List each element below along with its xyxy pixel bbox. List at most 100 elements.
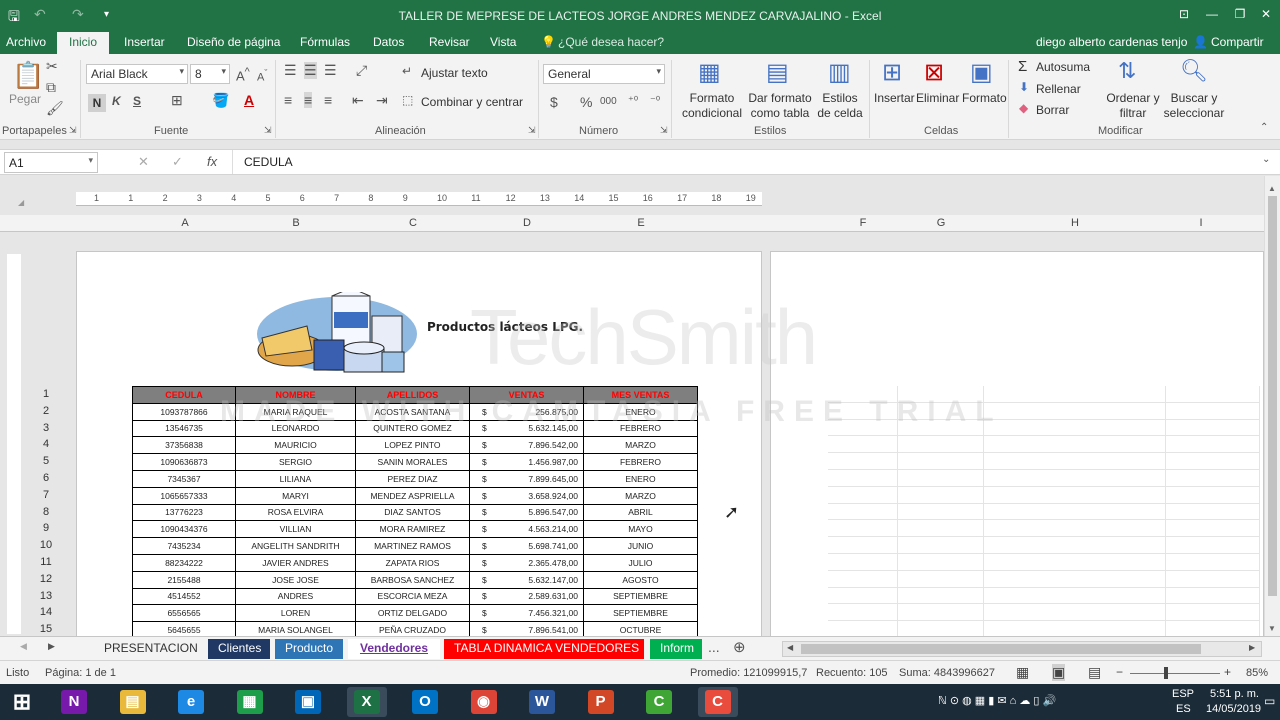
delete-cells-button[interactable]: Eliminar [916,91,959,106]
conditional-format-button[interactable]: Formato condicional [676,91,748,121]
row-header[interactable]: 13 [34,590,58,602]
internet-explorer-icon[interactable]: e [171,687,211,717]
font-launcher-icon[interactable]: ⇲ [264,125,272,136]
bold-button[interactable]: N [88,94,106,112]
fill-button[interactable]: Rellenar [1036,82,1081,97]
grid-cell[interactable] [984,486,1166,504]
apellidos-cell[interactable]: MARTINEZ RAMOS [355,537,470,555]
language-top[interactable]: ESP [1172,688,1194,700]
grid-cell[interactable] [1166,570,1260,588]
borders-icon[interactable]: ⊞ [171,92,183,109]
tab-vista[interactable]: Vista [490,35,516,49]
number-launcher-icon[interactable]: ⇲ [660,125,668,136]
tab-archivo[interactable]: Archivo [6,35,46,49]
ventas-cell[interactable]: $1.456.987,00 [469,453,584,471]
grid-cell[interactable] [898,503,984,521]
user-name[interactable]: diego alberto cardenas tenjo [1036,35,1187,49]
insert-cells-icon[interactable]: ⊞ [882,58,902,87]
row-header[interactable]: 6 [34,472,58,484]
apellidos-cell[interactable]: BARBOSA SANCHEZ [355,570,470,589]
prev-sheet-icon[interactable]: ◀ [20,641,27,652]
scroll-left-icon[interactable]: ◀ [787,643,793,652]
nombre-cell[interactable]: LOREN [235,604,356,623]
scroll-thumb[interactable] [1268,196,1277,596]
row-header[interactable]: 8 [34,506,58,518]
sheet-tab[interactable]: Clientes [208,639,270,659]
nombre-cell[interactable]: ANDRES [235,587,356,606]
autosum-icon[interactable]: Σ [1018,58,1027,75]
row-header[interactable]: 11 [34,556,58,568]
row-header[interactable]: 10 [34,539,58,551]
apellidos-cell[interactable]: MORA RAMIREZ [355,520,470,539]
normal-view-icon[interactable]: ▦ [1016,664,1029,681]
ventas-cell[interactable]: $2.365.478,00 [469,553,584,572]
grid-cell[interactable] [828,570,898,588]
grid-cell[interactable] [984,520,1166,538]
align-top-icon[interactable]: ☰ [284,62,297,79]
cedula-cell[interactable]: 1090636873 [132,453,236,471]
column-header-d[interactable]: D [470,217,584,229]
language-bottom[interactable]: ES [1176,703,1191,715]
zoom-in-icon[interactable]: + [1224,665,1231,679]
column-header-g[interactable]: G [898,217,984,229]
nombre-cell[interactable]: ANGELITH SANDRITH [235,537,356,555]
nombre-cell[interactable]: ROSA ELVIRA [235,503,356,522]
nombre-cell[interactable]: MARYI [235,486,356,505]
hscroll-thumb[interactable] [801,644,1201,654]
mes-ventas-cell[interactable]: MARZO [583,486,698,505]
nombre-cell[interactable]: JAVIER ANDRES [235,553,356,572]
grid-cell[interactable] [828,503,898,521]
grid-cell[interactable] [984,554,1166,571]
sheet-tab[interactable]: Inform [650,639,702,659]
mes-ventas-cell[interactable]: SEPTIEMBRE [583,587,698,606]
apellidos-cell[interactable]: MENDEZ ASPRIELLA [355,486,470,505]
clipboard-launcher-icon[interactable]: ⇲ [69,125,77,136]
grid-cell[interactable] [898,486,984,504]
cedula-cell[interactable]: 2155488 [132,570,236,589]
clear-button[interactable]: Borrar [1036,103,1069,118]
remote-icon[interactable]: ▣ [288,687,328,717]
grid-cell[interactable] [984,537,1166,554]
grid-cell[interactable] [1166,503,1260,521]
sheet-tab[interactable]: TABLA DINAMICA VENDEDORES [444,639,644,659]
row-header[interactable]: 15 [34,623,58,635]
ribbon-display-options-button[interactable]: ⊡ [1172,4,1196,24]
notifications-icon[interactable]: ▭ [1264,694,1275,708]
grid-cell[interactable] [1166,419,1260,437]
autosum-button[interactable]: Autosuma [1036,60,1090,75]
grid-cell[interactable] [984,587,1166,605]
powerpoint-icon[interactable]: P [581,687,621,717]
grid-cell[interactable] [898,520,984,538]
mes-ventas-cell[interactable]: MARZO [583,436,698,455]
copy-icon[interactable]: ⧉ [46,79,56,96]
grid-cell[interactable] [828,604,898,622]
collapse-ribbon-icon[interactable]: ⌃ [1260,122,1268,133]
wrap-text-icon[interactable]: ↵ [402,64,412,78]
close-button[interactable]: ✕ [1254,4,1278,24]
align-left-icon[interactable]: ≡ [284,92,292,108]
apellidos-cell[interactable]: ESCORCIA MEZA [355,587,470,606]
grid-cell[interactable] [898,554,984,571]
row-header[interactable]: 5 [34,455,58,467]
scroll-up-icon[interactable]: ▲ [1268,184,1276,193]
format-as-table-button[interactable]: Dar formato como tabla [746,91,814,121]
horizontal-scrollbar[interactable]: ◀ ▶ [782,641,1262,657]
align-middle-icon[interactable]: ☰ [304,62,317,79]
zoom-slider-thumb[interactable] [1164,667,1168,679]
grid-cell[interactable] [1166,621,1260,636]
alignment-launcher-icon[interactable]: ⇲ [528,125,536,136]
mes-ventas-cell[interactable]: AGOSTO [583,570,698,589]
clock-time[interactable]: 5:51 p. m. [1210,688,1259,700]
name-box[interactable]: A1 ▾ [4,152,98,173]
wrap-text-button[interactable]: Ajustar texto [421,66,488,81]
mes-ventas-cell[interactable]: SEPTIEMBRE [583,604,698,623]
grid-cell[interactable] [984,453,1166,470]
grid-cell[interactable] [898,537,984,554]
grid-cell[interactable] [984,503,1166,521]
ventas-cell[interactable]: $5.698.741,00 [469,537,584,555]
cedula-cell[interactable]: 6556565 [132,604,236,623]
tab-formulas[interactable]: Fórmulas [300,35,350,49]
nombre-cell[interactable]: VILLIAN [235,520,356,539]
grid-cell[interactable] [984,621,1166,636]
outlook-icon[interactable]: O [405,687,445,717]
